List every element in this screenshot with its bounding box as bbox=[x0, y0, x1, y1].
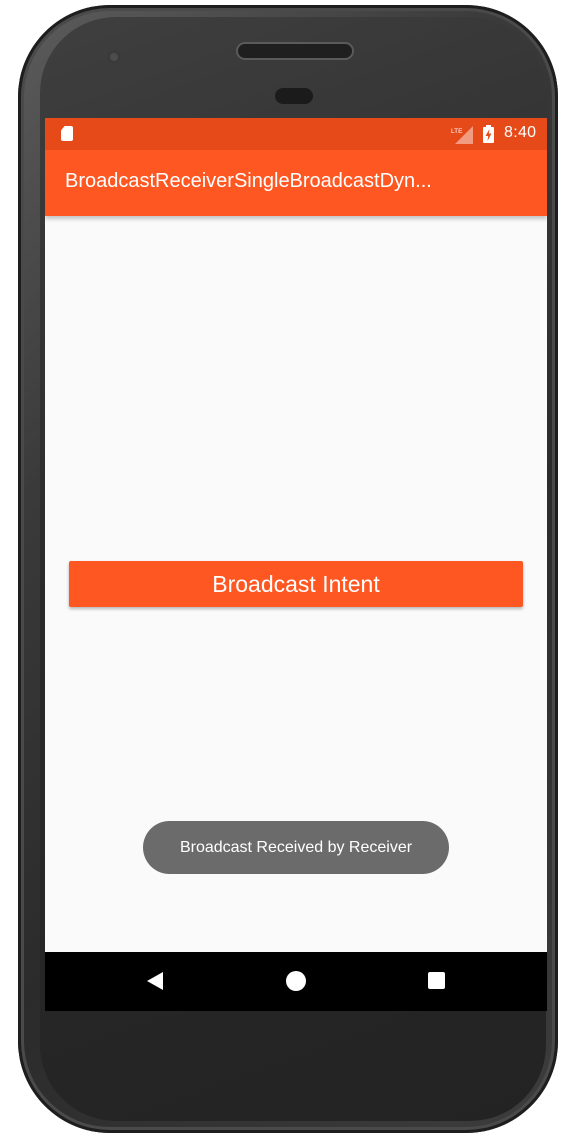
network-type-label: LTE bbox=[451, 128, 463, 135]
proximity-sensor bbox=[275, 88, 313, 104]
lte-signal-icon: LTE bbox=[451, 126, 473, 144]
battery-charging-icon bbox=[483, 125, 494, 143]
home-icon[interactable] bbox=[286, 971, 306, 991]
broadcast-intent-button[interactable]: Broadcast Intent bbox=[69, 561, 523, 607]
sd-card-icon bbox=[61, 126, 73, 141]
front-camera bbox=[107, 50, 121, 64]
app-toolbar: BroadcastReceiverSingleBroadcastDyn... bbox=[45, 150, 547, 216]
back-icon[interactable] bbox=[147, 972, 163, 990]
toast-message: Broadcast Received by Receiver bbox=[143, 821, 449, 874]
status-bar: LTE 8:40 bbox=[45, 118, 547, 150]
device-screen: LTE 8:40 BroadcastReceiverSingleBroadcas… bbox=[45, 118, 547, 1011]
status-clock: 8:40 bbox=[504, 124, 537, 141]
app-title: BroadcastReceiverSingleBroadcastDyn... bbox=[65, 170, 432, 192]
navigation-bar bbox=[45, 952, 547, 1011]
earpiece-speaker bbox=[238, 44, 352, 58]
recents-icon[interactable] bbox=[428, 972, 445, 989]
